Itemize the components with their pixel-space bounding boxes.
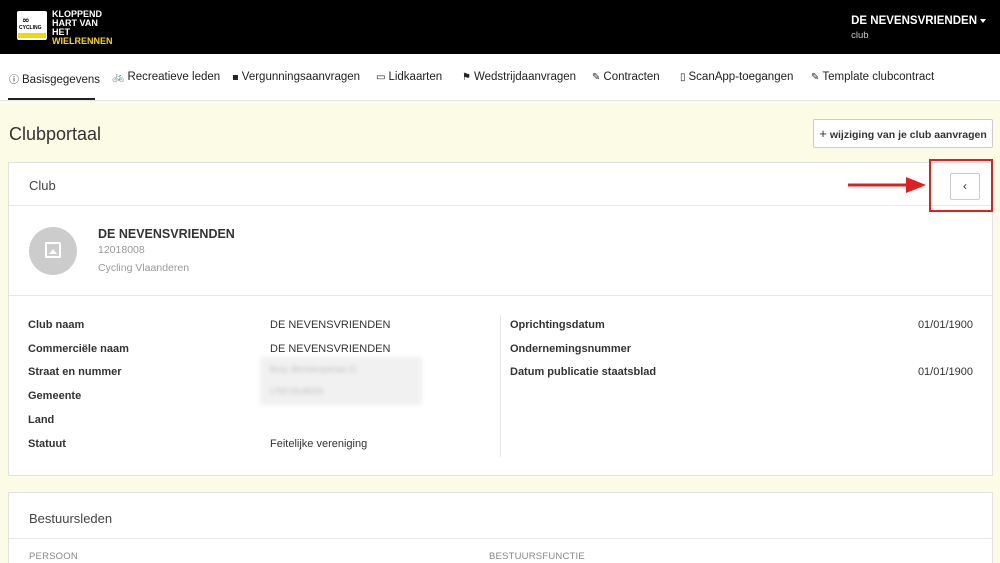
tab-scanapp-toegangen[interactable]: ▯ ScanApp-toegangen bbox=[680, 71, 793, 83]
value-statuut: Feitelijke vereniging bbox=[270, 438, 368, 450]
club-name: DE NEVENSVRIENDEN bbox=[98, 227, 235, 241]
user-menu[interactable]: DE NEVENSVRIENDEN club bbox=[851, 13, 986, 41]
tab-template-clubcontract[interactable]: ✎ Template clubcontract bbox=[811, 71, 934, 83]
request-change-button[interactable]: + wijziging van je club aanvragen bbox=[813, 119, 993, 148]
tab-basisgegevens[interactable]: ⓘ Basisgegevens bbox=[9, 71, 100, 86]
label-ondernemingsnummer: Ondernemingsnummer bbox=[510, 343, 632, 355]
tab-label: Basisgegevens bbox=[22, 74, 100, 86]
red-arrow-annotation bbox=[848, 177, 926, 193]
club-panel: Club ‹ DE NEVENSVRIENDEN 12018008 Cyclin… bbox=[8, 162, 993, 476]
user-name: DE NEVENSVRIENDEN bbox=[851, 15, 977, 27]
logo-line-2: HART VAN HET bbox=[52, 18, 98, 37]
value-publicatie-staatsblad: 01/01/1900 bbox=[917, 366, 973, 378]
label-oprichtingsdatum: Oprichtingsdatum bbox=[510, 319, 605, 331]
tab-label: Contracten bbox=[603, 71, 660, 83]
info-icon: ⓘ bbox=[9, 75, 19, 86]
id-badge-icon: ▪ bbox=[232, 72, 239, 83]
card-icon: ▭ bbox=[376, 72, 386, 83]
bicycle-icon: 🚲 bbox=[112, 72, 125, 83]
value-oprichtingsdatum: 01/01/1900 bbox=[917, 319, 973, 331]
logo-badge: ∞ CYCLING bbox=[17, 11, 47, 40]
value-club-naam: DE NEVENSVRIENDEN bbox=[270, 319, 391, 331]
address-redacted: Burg. Blombergstraat 21 1700 DILBEEK bbox=[260, 357, 422, 405]
club-details: Club naam DE NEVENSVRIENDEN Commerciële … bbox=[9, 297, 992, 475]
avatar bbox=[29, 227, 77, 275]
cycling-vlaanderen-logo[interactable]: ∞ CYCLING KLOPPEND HART VAN HET WIELRENN… bbox=[17, 10, 117, 46]
column-header-persoon[interactable]: PERSOON bbox=[29, 551, 78, 562]
logo-badge-text: CYCLING bbox=[19, 25, 42, 31]
tab-label: Lidkaarten bbox=[388, 71, 443, 83]
logo-text: KLOPPEND HART VAN HET WIELRENNEN bbox=[52, 10, 117, 46]
tab-recreatieve-leden[interactable]: 🚲 Recreatieve leden bbox=[112, 71, 220, 83]
logo-badge-bar bbox=[18, 33, 46, 38]
value-commerciele-naam: DE NEVENSVRIENDEN bbox=[270, 343, 391, 355]
active-tab-indicator bbox=[8, 98, 95, 100]
tab-contracten[interactable]: ✎ Contracten bbox=[592, 71, 660, 83]
label-straat: Straat en nummer bbox=[28, 366, 122, 378]
tab-lidkaarten[interactable]: ▭ Lidkaarten bbox=[376, 71, 442, 83]
club-panel-header: Club ‹ bbox=[9, 163, 992, 206]
bestuursleden-panel-header: Bestuursleden bbox=[9, 493, 992, 539]
label-club-naam: Club naam bbox=[28, 319, 85, 331]
tab-wedstrijdaanvragen[interactable]: ⚑ Wedstrijdaanvragen bbox=[462, 71, 576, 83]
plus-icon: + bbox=[819, 126, 827, 141]
club-profile: DE NEVENSVRIENDEN 12018008 Cycling Vlaan… bbox=[9, 207, 992, 296]
label-commerciele-naam: Commerciële naam bbox=[28, 343, 129, 355]
tab-label: Template clubcontract bbox=[822, 71, 935, 83]
highlight-box bbox=[929, 159, 993, 212]
value-straat: Burg. Blombergstraat 21 bbox=[270, 365, 357, 374]
tab-label: Wedstrijdaanvragen bbox=[473, 71, 577, 83]
mobile-icon: ▯ bbox=[680, 72, 686, 83]
tab-label: Recreatieve leden bbox=[127, 71, 221, 83]
signature-icon: ✎ bbox=[592, 72, 601, 83]
club-federation: Cycling Vlaanderen bbox=[98, 262, 190, 274]
nav-tabs: ⓘ Basisgegevens 🚲 Recreatieve leden ▪ Vergu… bbox=[0, 54, 1000, 101]
label-publicatie-staatsblad: Datum publicatie staatsblad bbox=[510, 366, 657, 378]
club-panel-title: Club bbox=[29, 178, 56, 193]
tab-label: ScanApp-toegangen bbox=[688, 71, 794, 83]
label-land: Land bbox=[28, 414, 55, 426]
signature-icon: ✎ bbox=[811, 72, 820, 83]
label-gemeente: Gemeente bbox=[28, 390, 82, 402]
column-divider bbox=[500, 315, 501, 457]
image-placeholder-icon bbox=[45, 242, 61, 258]
caret-down-icon bbox=[980, 18, 986, 23]
logo-line-3: WIELRENNEN bbox=[52, 36, 113, 46]
request-change-label: wijziging van je club aanvragen bbox=[829, 129, 987, 141]
value-gemeente: 1700 DILBEEK bbox=[270, 387, 324, 396]
tab-vergunningsaanvragen[interactable]: ▪ Vergunningsaanvragen bbox=[232, 71, 360, 83]
club-number: 12018008 bbox=[98, 244, 145, 256]
label-statuut: Statuut bbox=[28, 438, 66, 450]
tab-label: Vergunningsaanvragen bbox=[241, 71, 361, 83]
user-role: club bbox=[851, 30, 869, 41]
bestuursleden-panel: Bestuursleden PERSOON BESTUURSFUNCTIE bbox=[8, 492, 993, 563]
top-bar: ∞ CYCLING KLOPPEND HART VAN HET WIELRENN… bbox=[0, 0, 1000, 54]
column-header-bestuursfunctie[interactable]: BESTUURSFUNCTIE bbox=[489, 551, 585, 562]
bestuursleden-panel-title: Bestuursleden bbox=[29, 511, 113, 526]
checkered-flag-icon: ⚑ bbox=[462, 72, 471, 83]
page-title: Clubportaal bbox=[9, 124, 102, 144]
